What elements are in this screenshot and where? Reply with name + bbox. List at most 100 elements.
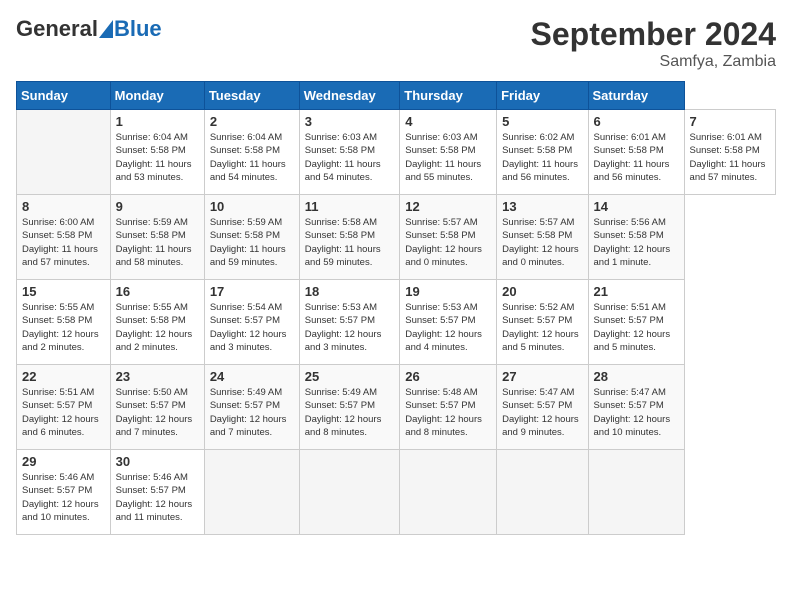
day-info: Sunrise: 5:55 AM Sunset: 5:58 PM Dayligh… [22, 301, 105, 354]
calendar-week-row: 1 Sunrise: 6:04 AM Sunset: 5:58 PM Daylig… [17, 110, 776, 195]
day-info: Sunrise: 5:54 AM Sunset: 5:57 PM Dayligh… [210, 301, 294, 354]
day-number: 15 [22, 284, 105, 299]
day-info: Sunrise: 5:53 AM Sunset: 5:57 PM Dayligh… [405, 301, 491, 354]
calendar-day-cell: 4 Sunrise: 6:03 AM Sunset: 5:58 PM Daylig… [400, 110, 497, 195]
calendar-day-cell: 28 Sunrise: 5:47 AM Sunset: 5:57 PM Dayli… [588, 365, 684, 450]
day-info: Sunrise: 5:50 AM Sunset: 5:57 PM Dayligh… [116, 386, 199, 439]
day-info: Sunrise: 6:03 AM Sunset: 5:58 PM Dayligh… [405, 131, 491, 184]
day-number: 27 [502, 369, 582, 384]
calendar-day-cell: 15 Sunrise: 5:55 AM Sunset: 5:58 PM Dayli… [17, 280, 111, 365]
calendar-day-cell: 14 Sunrise: 5:56 AM Sunset: 5:58 PM Dayli… [588, 195, 684, 280]
calendar-day-cell: 17 Sunrise: 5:54 AM Sunset: 5:57 PM Dayli… [204, 280, 299, 365]
calendar-day-cell: 9 Sunrise: 5:59 AM Sunset: 5:58 PM Daylig… [110, 195, 204, 280]
day-info: Sunrise: 6:04 AM Sunset: 5:58 PM Dayligh… [210, 131, 294, 184]
calendar-day-cell: 23 Sunrise: 5:50 AM Sunset: 5:57 PM Dayli… [110, 365, 204, 450]
day-number: 20 [502, 284, 582, 299]
day-number: 10 [210, 199, 294, 214]
calendar-day-cell: 3 Sunrise: 6:03 AM Sunset: 5:58 PM Daylig… [299, 110, 400, 195]
logo-icon [99, 20, 113, 38]
day-number: 28 [594, 369, 679, 384]
day-info: Sunrise: 6:04 AM Sunset: 5:58 PM Dayligh… [116, 131, 199, 184]
day-number: 21 [594, 284, 679, 299]
day-info: Sunrise: 5:46 AM Sunset: 5:57 PM Dayligh… [22, 471, 105, 524]
calendar-day-cell: 27 Sunrise: 5:47 AM Sunset: 5:57 PM Dayli… [497, 365, 588, 450]
calendar-week-row: 15 Sunrise: 5:55 AM Sunset: 5:58 PM Dayli… [17, 280, 776, 365]
day-number: 17 [210, 284, 294, 299]
calendar-day-cell: 8 Sunrise: 6:00 AM Sunset: 5:58 PM Daylig… [17, 195, 111, 280]
day-info: Sunrise: 5:51 AM Sunset: 5:57 PM Dayligh… [594, 301, 679, 354]
calendar-day-header: Friday [497, 82, 588, 110]
day-info: Sunrise: 5:58 AM Sunset: 5:58 PM Dayligh… [305, 216, 395, 269]
day-number: 29 [22, 454, 105, 469]
calendar-day-cell: 5 Sunrise: 6:02 AM Sunset: 5:58 PM Daylig… [497, 110, 588, 195]
calendar-day-header: Thursday [400, 82, 497, 110]
title-block: September 2024 Samfya, Zambia [531, 16, 776, 71]
day-number: 8 [22, 199, 105, 214]
day-info: Sunrise: 5:46 AM Sunset: 5:57 PM Dayligh… [116, 471, 199, 524]
day-number: 25 [305, 369, 395, 384]
calendar-day-cell: 1 Sunrise: 6:04 AM Sunset: 5:58 PM Daylig… [110, 110, 204, 195]
calendar-day-header: Saturday [588, 82, 684, 110]
day-number: 16 [116, 284, 199, 299]
day-number: 7 [690, 114, 770, 129]
day-number: 2 [210, 114, 294, 129]
calendar-day-header: Tuesday [204, 82, 299, 110]
calendar-day-cell [299, 450, 400, 535]
calendar-day-cell: 10 Sunrise: 5:59 AM Sunset: 5:58 PM Dayli… [204, 195, 299, 280]
day-info: Sunrise: 6:03 AM Sunset: 5:58 PM Dayligh… [305, 131, 395, 184]
calendar-day-cell [588, 450, 684, 535]
calendar-day-cell: 11 Sunrise: 5:58 AM Sunset: 5:58 PM Dayli… [299, 195, 400, 280]
logo: General Blue [16, 16, 162, 42]
day-info: Sunrise: 6:01 AM Sunset: 5:58 PM Dayligh… [594, 131, 679, 184]
calendar-day-cell: 24 Sunrise: 5:49 AM Sunset: 5:57 PM Dayli… [204, 365, 299, 450]
day-number: 1 [116, 114, 199, 129]
logo-blue-text: Blue [114, 16, 162, 42]
calendar-day-cell: 7 Sunrise: 6:01 AM Sunset: 5:58 PM Daylig… [684, 110, 775, 195]
day-info: Sunrise: 5:59 AM Sunset: 5:58 PM Dayligh… [210, 216, 294, 269]
day-info: Sunrise: 5:49 AM Sunset: 5:57 PM Dayligh… [210, 386, 294, 439]
day-number: 24 [210, 369, 294, 384]
calendar-day-cell [204, 450, 299, 535]
day-number: 19 [405, 284, 491, 299]
page-header: General Blue September 2024 Samfya, Zamb… [16, 16, 776, 71]
calendar-header-row: SundayMondayTuesdayWednesdayThursdayFrid… [17, 82, 776, 110]
day-info: Sunrise: 5:52 AM Sunset: 5:57 PM Dayligh… [502, 301, 582, 354]
day-info: Sunrise: 5:57 AM Sunset: 5:58 PM Dayligh… [502, 216, 582, 269]
day-number: 23 [116, 369, 199, 384]
calendar-day-header: Wednesday [299, 82, 400, 110]
day-info: Sunrise: 6:00 AM Sunset: 5:58 PM Dayligh… [22, 216, 105, 269]
calendar-day-cell [400, 450, 497, 535]
calendar-day-cell: 12Sunrise: 5:57 AM Sunset: 5:58 PM Dayli… [400, 195, 497, 280]
month-title: September 2024 [531, 16, 776, 53]
day-number: 11 [305, 199, 395, 214]
day-number: 18 [305, 284, 395, 299]
day-number: 3 [305, 114, 395, 129]
day-info: Sunrise: 5:48 AM Sunset: 5:57 PM Dayligh… [405, 386, 491, 439]
day-info: Sunrise: 5:59 AM Sunset: 5:58 PM Dayligh… [116, 216, 199, 269]
calendar-day-cell: 16Sunrise: 5:55 AM Sunset: 5:58 PM Dayli… [110, 280, 204, 365]
day-info: Sunrise: 5:47 AM Sunset: 5:57 PM Dayligh… [594, 386, 679, 439]
day-info: Sunrise: 5:47 AM Sunset: 5:57 PM Dayligh… [502, 386, 582, 439]
day-number: 12 [405, 199, 491, 214]
day-number: 26 [405, 369, 491, 384]
calendar-table: SundayMondayTuesdayWednesdayThursdayFrid… [16, 81, 776, 535]
logo-general-text: General [16, 16, 98, 42]
calendar-day-cell: 30Sunrise: 5:46 AM Sunset: 5:57 PM Dayli… [110, 450, 204, 535]
calendar-day-cell: 18Sunrise: 5:53 AM Sunset: 5:57 PM Dayli… [299, 280, 400, 365]
calendar-day-header: Monday [110, 82, 204, 110]
day-number: 9 [116, 199, 199, 214]
day-number: 5 [502, 114, 582, 129]
calendar-week-row: 22Sunrise: 5:51 AM Sunset: 5:57 PM Dayli… [17, 365, 776, 450]
calendar-day-cell: 6Sunrise: 6:01 AM Sunset: 5:58 PM Daylig… [588, 110, 684, 195]
day-info: Sunrise: 5:56 AM Sunset: 5:58 PM Dayligh… [594, 216, 679, 269]
day-number: 14 [594, 199, 679, 214]
calendar-day-cell: 25 Sunrise: 5:49 AM Sunset: 5:57 PM Dayli… [299, 365, 400, 450]
day-info: Sunrise: 6:01 AM Sunset: 5:58 PM Dayligh… [690, 131, 770, 184]
day-number: 4 [405, 114, 491, 129]
day-info: Sunrise: 6:02 AM Sunset: 5:58 PM Dayligh… [502, 131, 582, 184]
calendar-day-cell: 29 Sunrise: 5:46 AM Sunset: 5:57 PM Dayli… [17, 450, 111, 535]
day-info: Sunrise: 5:49 AM Sunset: 5:57 PM Dayligh… [305, 386, 395, 439]
calendar-day-cell: 19 Sunrise: 5:53 AM Sunset: 5:57 PM Dayli… [400, 280, 497, 365]
calendar-week-row: 29 Sunrise: 5:46 AM Sunset: 5:57 PM Dayli… [17, 450, 776, 535]
calendar-day-header: Sunday [17, 82, 111, 110]
